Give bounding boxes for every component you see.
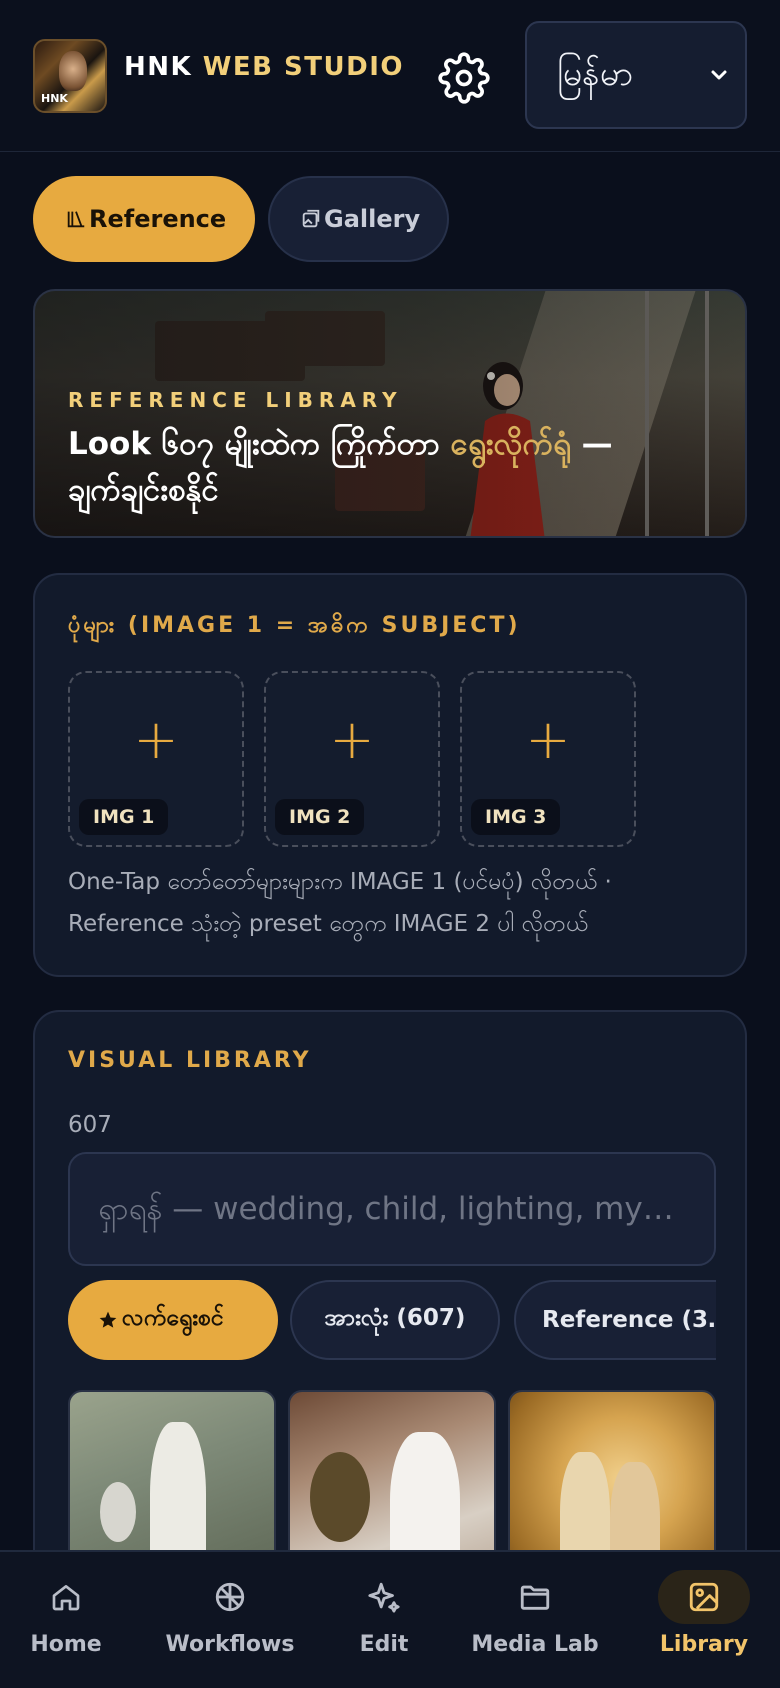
image-panel-note: One-Tap တော်တော်များများက IMAGE 1 (ပင်မပ… <box>68 869 612 937</box>
nav-workflows-label: Workflows <box>165 1632 295 1657</box>
image-slot-label: IMG 2 <box>275 799 365 835</box>
workflows-icon <box>202 1570 258 1624</box>
library-count: 607 <box>68 1112 112 1138</box>
nav-media-lab[interactable]: Media Lab <box>470 1552 600 1688</box>
thumbnail-plant <box>310 1452 370 1542</box>
hero-title-highlight: ရွေးလိုက်ရုံ <box>450 426 571 462</box>
sparkle-icon <box>356 1570 412 1624</box>
chip-reference-label: Reference (3… <box>542 1307 716 1333</box>
image-icon <box>658 1570 750 1624</box>
nav-library[interactable]: Library <box>654 1552 754 1688</box>
logo-mark: HNK <box>41 92 68 105</box>
app-logo[interactable]: HNK <box>33 39 107 113</box>
nav-edit[interactable]: Edit <box>344 1552 424 1688</box>
image-panel-heading: ပုံများ (IMAGE 1 = အဓိက SUBJECT) <box>68 613 521 638</box>
image-slot-label: IMG 1 <box>79 799 169 835</box>
star-icon <box>99 1311 117 1328</box>
nav-home-label: Home <box>30 1632 102 1657</box>
brand-title: HNK WEB STUDIO <box>124 52 404 82</box>
gallery-icon <box>302 209 320 228</box>
hero-title-start: Look ၆၀၇ မျိုးထဲက ကြိုက်တာ <box>68 426 451 462</box>
chip-all[interactable]: အားလုံး (607) <box>290 1280 500 1360</box>
nav-media-lab-label: Media Lab <box>471 1632 599 1657</box>
folder-icon <box>507 1570 563 1624</box>
chip-reference[interactable]: Reference (3… <box>514 1280 716 1360</box>
hero-title: Look ၆၀၇ မျိုးထဲက ကြိုက်တာ ရွေးလိုက်ရုံ … <box>68 421 708 513</box>
plus-icon: + <box>525 708 571 771</box>
logo-portrait <box>59 51 87 91</box>
tab-reference-label: Reference <box>89 205 227 233</box>
home-icon <box>38 1570 94 1624</box>
plus-icon: + <box>133 708 179 771</box>
thumbnail-vase <box>100 1482 136 1542</box>
brand-title-part2: WEB STUDIO <box>202 52 404 82</box>
language-select[interactable]: မြန်မာ <box>525 21 747 129</box>
reference-hero-banner[interactable]: REFERENCE LIBRARY Look ၆၀၇ မျိုးထဲက ကြို… <box>33 289 747 538</box>
library-heading: VISUAL LIBRARY <box>68 1048 312 1073</box>
tab-gallery-label: Gallery <box>324 205 421 233</box>
library-search <box>68 1152 716 1266</box>
language-value: မြန်မာ <box>557 54 634 94</box>
image-slot-label: IMG 3 <box>471 799 561 835</box>
image-input-panel: ပုံများ (IMAGE 1 = အဓိက SUBJECT) + IMG 1… <box>33 573 747 977</box>
nav-workflows[interactable]: Workflows <box>162 1552 298 1688</box>
bottom-nav: Home Workflows Edit Media Lab Library <box>0 1550 780 1688</box>
gear-icon[interactable] <box>438 52 490 104</box>
tab-gallery[interactable]: Gallery <box>268 176 449 262</box>
image-slot-3[interactable]: + IMG 3 <box>460 671 636 847</box>
nav-home[interactable]: Home <box>16 1552 116 1688</box>
books-icon <box>67 211 85 228</box>
chip-all-label: အားလုံး (607) <box>324 1305 466 1331</box>
search-input[interactable] <box>70 1154 714 1264</box>
nav-library-label: Library <box>659 1632 749 1657</box>
chevron-down-icon <box>711 70 727 80</box>
image-slot-1[interactable]: + IMG 1 <box>68 671 244 847</box>
chip-favorites-label: လက်ရွေးစင် <box>122 1305 224 1331</box>
hero-eyebrow: REFERENCE LIBRARY <box>68 388 403 412</box>
plus-icon: + <box>329 708 375 771</box>
nav-edit-label: Edit <box>359 1632 409 1657</box>
tab-reference[interactable]: Reference <box>33 176 255 262</box>
filter-chips: လက်ရွေးစင် အားလုံး (607) Reference (3… <box>68 1280 716 1362</box>
chip-favorites[interactable]: လက်ရွေးစင် <box>68 1280 278 1360</box>
app-header: HNK HNK WEB STUDIO မြန်မာ <box>0 0 780 152</box>
image-slot-2[interactable]: + IMG 2 <box>264 671 440 847</box>
brand-title-part1: HNK <box>124 52 193 82</box>
